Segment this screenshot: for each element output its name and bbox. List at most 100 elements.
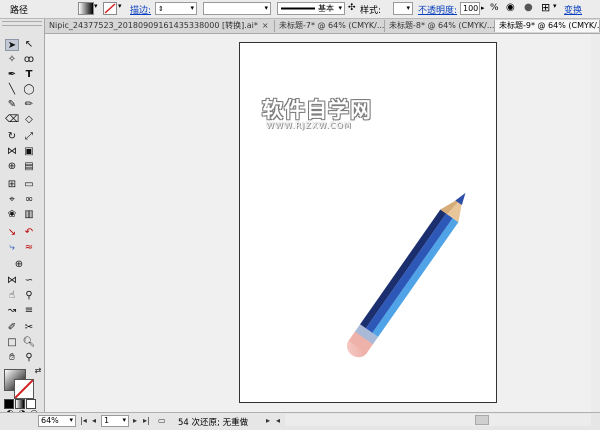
tab-label: 未标题-9* @ 64% (CMYK/...	[499, 21, 600, 30]
line-tool-icon[interactable]: ╲	[5, 84, 19, 96]
magnifier-icon[interactable]: 🔍︎	[22, 337, 36, 349]
opacity-panel-link[interactable]: 不透明度:	[418, 3, 457, 16]
pencil-illustration[interactable]	[320, 150, 510, 380]
fill-swatch[interactable]	[78, 2, 94, 15]
stroke-color-box[interactable]	[14, 379, 34, 399]
previous-artboard-button[interactable]: ◂	[92, 416, 96, 425]
fill-dropdown-icon[interactable]: ▾	[94, 2, 98, 10]
lasso-tool-icon[interactable]: ꝏ	[22, 54, 36, 66]
document-tab-4[interactable]: 未标题-9* @ 64% (CMYK/...×	[495, 20, 600, 32]
hand-tool-icon[interactable]: ☝	[5, 290, 19, 302]
opacity-dropdown-icon[interactable]: ▸	[481, 4, 485, 12]
warp-tool-icon[interactable]: ↝	[5, 305, 19, 317]
tab-label: 未标题-7* @ 64% (CMYK/...	[279, 21, 385, 30]
first-artboard-button[interactable]: |◂	[80, 416, 87, 425]
graphic-style-select[interactable]: ▾	[393, 2, 413, 15]
globe-tool-icon[interactable]: ⊕	[12, 259, 26, 271]
last-artboard-button[interactable]: ▸|	[143, 416, 150, 425]
document-tab-3[interactable]: 未标题-8* @ 64% (CMYK/...×	[385, 20, 495, 32]
selection-tool-icon[interactable]: ➤	[5, 39, 19, 51]
custom-red-tool-icon[interactable]: ↘	[5, 227, 19, 239]
pen-tool-icon[interactable]: ✒	[5, 69, 19, 81]
opacity-unit: %	[490, 3, 499, 13]
slice-tool-icon[interactable]: ∽	[22, 275, 36, 287]
width-tool-icon[interactable]: ⋈	[5, 146, 19, 158]
artboard-number-select[interactable]: 1 ▾	[101, 415, 129, 427]
artboard-tool-icon[interactable]: ⋈	[5, 275, 19, 287]
eraser-tool-icon[interactable]: ◇	[22, 114, 36, 126]
paintbrush-tool-icon[interactable]: ✎	[5, 99, 19, 111]
mesh-tool-icon[interactable]: ⊞	[5, 179, 19, 191]
gradient-tool-icon[interactable]: ▭	[22, 179, 36, 191]
list-tool-icon[interactable]: ≡	[22, 305, 36, 317]
blob-brush-tool-icon[interactable]: ⌫	[5, 114, 19, 126]
transform-panel-link[interactable]: 变换	[564, 3, 582, 16]
opacity-value[interactable]: 100	[463, 4, 478, 13]
chevron-down-icon: ▾	[190, 4, 194, 12]
document-tabs: Nipic_24377523_20180909161435338000 [转换]…	[45, 19, 600, 34]
scale-tool-icon[interactable]: ⤢	[22, 131, 36, 143]
chevron-down-icon: ▾	[406, 4, 410, 12]
column-graph-tool-icon[interactable]: ▥	[22, 209, 36, 221]
panel-grip[interactable]	[2, 21, 42, 26]
watermark: 软件自学网 WWW.RJZXW.COM	[262, 94, 371, 134]
next-artboard-button[interactable]: ▸	[133, 416, 137, 425]
document-tab-1[interactable]: Nipic_24377523_20180909161435338000 [转换]…	[45, 20, 275, 32]
zoom-icon[interactable]: ⚲	[22, 352, 36, 364]
ellipse-tool-icon[interactable]: ◯	[22, 84, 36, 96]
custom-wave-tool-icon[interactable]: ≈	[22, 242, 36, 254]
watermark-title: 软件自学网	[262, 98, 372, 122]
status-menu-icon[interactable]: ▭	[158, 416, 166, 425]
shape-builder-tool-icon[interactable]: ⊕	[5, 161, 19, 173]
pencil-tool-icon[interactable]: ✏	[22, 99, 36, 111]
stroke-weight-select[interactable]: ⇕ ▾	[155, 2, 197, 15]
horizontal-scrollbar[interactable]	[285, 414, 591, 426]
chevron-down-icon: ▾	[69, 416, 73, 424]
stroke-swatch[interactable]	[103, 2, 117, 15]
recolor-artwork-icon[interactable]: ◉	[506, 2, 515, 13]
eyedropper-tool-icon[interactable]: ⌖	[5, 194, 19, 206]
zoom-select[interactable]: 64% ▾	[38, 415, 76, 427]
custom-blue-tool-icon[interactable]: ⤷	[5, 242, 19, 254]
stroke-panel-link[interactable]: 描边:	[130, 3, 151, 16]
direct-selection-tool-icon[interactable]: ↖	[22, 39, 36, 51]
hand-icon[interactable]: ✋︎	[5, 352, 19, 364]
swap-colors-icon[interactable]: ⇄	[31, 365, 45, 377]
free-transform-tool-icon[interactable]: ▣	[22, 146, 36, 158]
tab-label: Nipic_24377523_20180909161435338000 [转换]…	[49, 21, 258, 30]
perspective-grid-tool-icon[interactable]: ▤	[22, 161, 36, 173]
close-icon[interactable]: ×	[262, 21, 269, 30]
align-icon[interactable]: ⊞	[541, 1, 550, 14]
stroke-weight-stepper-icon[interactable]: ⇕	[158, 5, 164, 13]
brush-libraries-icon[interactable]: ✣	[348, 3, 356, 13]
recolor-icon[interactable]: ●	[524, 2, 533, 13]
control-bar: 路径 ▾ ▾ 描边: ⇕ ▾ ▾ 基本 ▾ ✣ 样式: ▾ 不透明度: 100 ▸…	[0, 0, 600, 19]
zoom-tool-icon[interactable]: ⚲	[22, 290, 36, 302]
custom-curve-tool-icon[interactable]: ↶	[22, 227, 36, 239]
zoom-value[interactable]: 64%	[41, 416, 59, 425]
scroll-left-icon[interactable]: ◂	[276, 416, 280, 425]
watermark-url: WWW.RJZXW.COM	[266, 121, 352, 130]
eyedropper-small-icon[interactable]: ✐	[5, 322, 19, 334]
align-dropdown-icon[interactable]: ▾	[553, 2, 557, 10]
opacity-input[interactable]: 100	[460, 2, 480, 15]
artboard-number[interactable]: 1	[104, 416, 109, 425]
magic-wand-tool-icon[interactable]: ✧	[5, 54, 19, 66]
style-label: 样式:	[360, 6, 382, 16]
chevron-down-icon: ▾	[264, 4, 268, 12]
scrollbar-thumb[interactable]	[475, 415, 489, 425]
brush-definition-select[interactable]: 基本 ▾	[277, 2, 345, 15]
pencil-body-mid	[365, 213, 453, 333]
stroke-dropdown-icon[interactable]: ▾	[118, 2, 122, 10]
rectangle-outline-icon[interactable]: □	[5, 337, 19, 349]
status-menu-arrow-icon[interactable]: ▸	[266, 416, 270, 425]
symbol-sprayer-tool-icon[interactable]: ❀	[5, 209, 19, 221]
type-tool-icon[interactable]: T	[22, 69, 36, 81]
document-tab-2[interactable]: 未标题-7* @ 64% (CMYK/...×	[275, 20, 385, 32]
variable-width-select[interactable]: ▾	[203, 2, 271, 15]
blend-tool-icon[interactable]: ∞	[22, 194, 36, 206]
rotate-tool-icon[interactable]: ↻	[5, 131, 19, 143]
vertical-scrollbar[interactable]	[591, 34, 600, 412]
stroke-style-label: 基本	[318, 4, 334, 13]
measure-tool-icon[interactable]: ✂	[22, 322, 36, 334]
